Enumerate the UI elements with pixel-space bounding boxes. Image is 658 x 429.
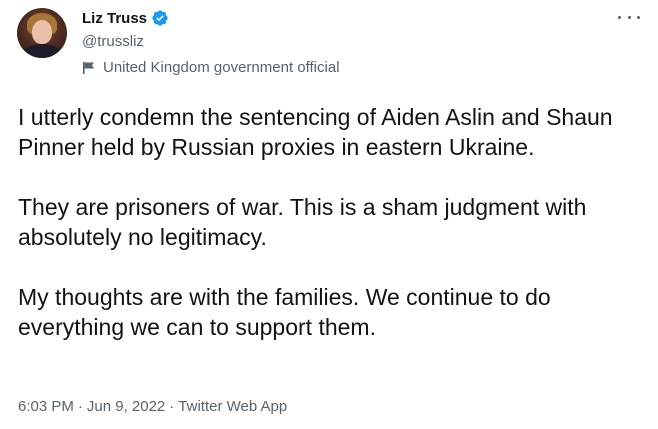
tweet-meta: 6:03 PM · Jun 9, 2022 · Twitter Web App (18, 398, 287, 415)
display-name[interactable]: Liz Truss (82, 10, 147, 27)
tweet-time[interactable]: 6:03 PM (18, 398, 74, 415)
handle[interactable]: @trussliz (82, 33, 144, 50)
more-icon-dot (618, 15, 621, 19)
name-row: Liz Truss (82, 9, 169, 27)
tweet-paragraph: I utterly condemn the sentencing of Aide… (18, 104, 613, 160)
meta-separator: · (169, 398, 175, 415)
more-icon-dot (637, 15, 640, 19)
tweet-paragraph: They are prisoners of war. This is a sha… (18, 194, 587, 250)
account-label: United Kingdom government official (82, 59, 340, 76)
tweet-paragraph: My thoughts are with the families. We co… (18, 284, 551, 340)
tweet-date[interactable]: Jun 9, 2022 (87, 398, 165, 415)
avatar-body (23, 44, 61, 58)
verified-badge-icon (152, 10, 168, 26)
tweet-card: Liz Truss @trussliz United Kingdom gover… (0, 0, 658, 429)
more-icon-dot (627, 15, 631, 19)
more-button[interactable] (618, 10, 640, 24)
tweet-source[interactable]: Twitter Web App (178, 398, 287, 415)
meta-separator: · (77, 398, 83, 415)
avatar[interactable] (17, 8, 67, 58)
avatar-face (32, 20, 52, 44)
tweet-text: I utterly condemn the sentencing of Aide… (18, 102, 648, 342)
account-label-text: United Kingdom government official (103, 59, 340, 76)
flag-icon (83, 61, 94, 74)
